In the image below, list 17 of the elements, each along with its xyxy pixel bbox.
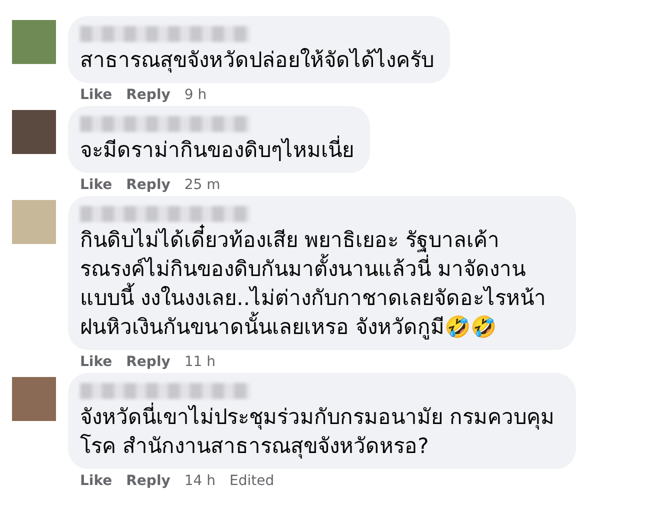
comment-text: กินดิบไม่ได้เดี๋ยวท้องเสีย พยาธิเยอะ รัฐบาลเค้ารณรงค์ไม่กินของดิบกันมาตั้งนานแล้วนี่ มาจัดงานแบบนี้ งงในงงเลย..ไม่ต่างกับกาชาดเลยจัดอะไรหน้าฝนหิวเงินกันขนาดนั้นเลยเหรอ จังหวัดกูมี🤣🤣 [80,226,560,342]
timestamp: 14 h [184,472,216,490]
comment-text: จะมีดราม่ากินของดิบๆไหมเนี่ย [80,136,354,165]
timestamp: 11 h [184,353,216,371]
comment-text: สาธารณสุขจังหวัดปล่อยให้จัดได้ไงครับ [80,47,434,75]
like-link[interactable]: Like [80,353,112,371]
like-link[interactable]: Like [80,86,112,104]
reply-link[interactable]: Reply [126,472,170,490]
timestamp: 9 h [184,86,207,104]
comment-text: จังหวัดนี่เขาไม่ประชุมร่วมกับกรมอนามัย กรมควบคุมโรค สำนักงานสาธารณสุขจังหวัดหรอ? [80,403,560,461]
like-link[interactable]: Like [80,472,112,490]
edited-label: Edited [230,472,274,490]
reply-link[interactable]: Reply [126,176,170,194]
reply-link[interactable]: Reply [126,353,170,371]
like-link[interactable]: Like [80,176,112,194]
timestamp: 25 m [184,176,220,194]
reply-link[interactable]: Reply [126,86,170,104]
